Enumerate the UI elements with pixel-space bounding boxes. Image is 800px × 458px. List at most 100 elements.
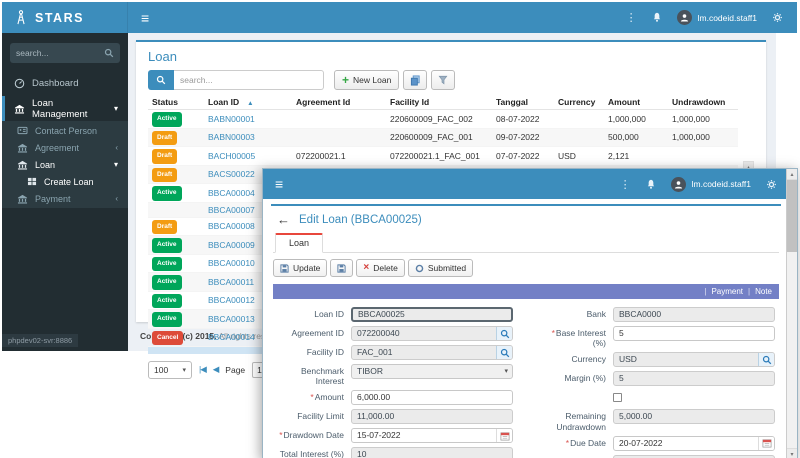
- scroll-up-icon[interactable]: ▴: [787, 169, 797, 180]
- table-row[interactable]: Draft BACH00005 072200021.1 072200021.1_FAC…: [148, 146, 738, 166]
- window-scrollbar[interactable]: ▴ ▾: [786, 169, 797, 458]
- sidebar-item-payment[interactable]: Payment ‹: [2, 190, 128, 207]
- search-icon[interactable]: [104, 48, 114, 58]
- drawdown-date-field[interactable]: 15-07-2022: [351, 428, 513, 444]
- avatar: [676, 10, 692, 25]
- topbar-right: ⋮ lm.codeid.staff1: [626, 10, 797, 25]
- loan-id-link[interactable]: BBCA00004: [208, 188, 255, 198]
- sidebar-item-create-loan[interactable]: Create Loan: [2, 173, 128, 190]
- sidebar-item-loan[interactable]: Loan ▾: [2, 156, 128, 173]
- prev-page-button[interactable]: ◀: [213, 364, 219, 375]
- sidebar-item-label: Loan: [35, 159, 56, 170]
- due-date-label: *Due Date: [565, 437, 606, 448]
- scroll-down-icon[interactable]: ▾: [787, 448, 797, 458]
- submitted-button[interactable]: Submitted: [407, 259, 474, 277]
- menu-toggle-icon[interactable]: ≡: [275, 177, 283, 191]
- loan-id-link[interactable]: BBCA00008: [208, 221, 255, 231]
- currency-lookup-button[interactable]: [758, 353, 774, 367]
- loan-id-link[interactable]: BBCA00010: [208, 258, 255, 268]
- required-asterisk: *: [551, 328, 555, 338]
- status-badge: Active: [152, 312, 182, 327]
- main-topbar: STARS ≡ ⋮ lm.codeid.staff1: [2, 2, 797, 33]
- sort-asc-icon: ▲: [247, 100, 254, 107]
- edit-loan-heading: ← Edit Loan (BBCA00025): [273, 206, 779, 232]
- loan-id-link[interactable]: BABN00003: [208, 132, 255, 142]
- loan-id-link[interactable]: BBCA00007: [208, 205, 255, 215]
- notifications-bell-icon[interactable]: [652, 12, 662, 23]
- page-size-value: 100: [154, 364, 169, 375]
- new-loan-label: New Loan: [353, 75, 392, 85]
- note-link[interactable]: Note: [755, 287, 772, 296]
- search-button[interactable]: [148, 70, 174, 90]
- amount-field[interactable]: 6,000.00: [351, 390, 513, 406]
- loan-id-link[interactable]: BBCA00011: [208, 277, 254, 287]
- loan-id-link[interactable]: BBCA00013: [208, 314, 255, 324]
- sidebar-item-loan-management[interactable]: Loan Management ▾: [2, 96, 128, 121]
- first-page-button[interactable]: |◀: [199, 364, 207, 375]
- facility-limit-field: 11,000.00: [351, 409, 513, 425]
- sidebar-search-input[interactable]: [16, 48, 104, 58]
- tab-loan[interactable]: Loan: [275, 233, 324, 253]
- facility-limit-label: Facility Limit: [297, 411, 344, 422]
- brand-logo[interactable]: STARS: [2, 2, 128, 33]
- table-search-input[interactable]: [174, 70, 324, 90]
- scrollbar-thumb[interactable]: [787, 180, 797, 252]
- column-header-agreement-id[interactable]: Agreement Id: [292, 95, 386, 110]
- loan-id-label: Loan ID: [314, 309, 344, 319]
- loan-id-link[interactable]: BBCA00012: [208, 295, 255, 305]
- column-header-loan-id[interactable]: Loan ID ▲: [204, 95, 292, 110]
- loan-id-link[interactable]: BACS00022: [208, 169, 255, 179]
- settings-gear-icon[interactable]: [766, 179, 777, 190]
- copy-button[interactable]: [403, 70, 428, 90]
- benchmark-interest-field[interactable]: TIBOR: [351, 364, 513, 379]
- drawdown-date-calendar-button[interactable]: [496, 429, 512, 443]
- loan-id-link[interactable]: BACH00005: [208, 151, 255, 161]
- save-as-button[interactable]: [330, 259, 354, 277]
- column-header-tanggal[interactable]: Tanggal: [492, 95, 554, 110]
- column-header-currency[interactable]: Currency: [554, 95, 604, 110]
- save-icon: [280, 263, 289, 273]
- tasks-menu-icon[interactable]: ⋮: [626, 11, 637, 24]
- delete-button[interactable]: × Delete: [356, 259, 405, 277]
- notifications-bell-icon[interactable]: [646, 179, 656, 190]
- column-header-facility-id[interactable]: Facility Id: [386, 95, 492, 110]
- loan-id-link[interactable]: BBCA00014: [208, 332, 255, 342]
- sidebar-item-contact-person[interactable]: Contact Person: [2, 122, 128, 139]
- bank-icon: [17, 194, 28, 204]
- status-badge: Cancel: [152, 330, 184, 345]
- bank-icon: [14, 104, 25, 114]
- edit-loan-form: Loan ID BBCA00025 Agreement ID 072200040 Fac…: [273, 299, 779, 458]
- sidebar-item-agreement[interactable]: Agreement ‹: [2, 139, 128, 156]
- tasks-menu-icon[interactable]: ⋮: [620, 178, 631, 191]
- column-header-amount[interactable]: Amount: [604, 95, 668, 110]
- payment-link[interactable]: Payment: [711, 287, 743, 296]
- status-badge: Active: [152, 256, 182, 271]
- page-title: Loan: [148, 49, 177, 64]
- settings-gear-icon[interactable]: [772, 12, 783, 23]
- page-size-select[interactable]: 100 ▾: [148, 360, 192, 379]
- table-row[interactable]: Draft BABN00003 220600009_FAC_001 09-07-202…: [148, 128, 738, 147]
- username: lm.codeid.staff1: [697, 12, 757, 23]
- user-menu[interactable]: lm.codeid.staff1: [670, 176, 751, 192]
- sidebar-item-dashboard[interactable]: Dashboard: [2, 71, 128, 96]
- loan-id-link[interactable]: BABN00001: [208, 114, 255, 124]
- menu-toggle-icon[interactable]: ≡: [141, 11, 149, 25]
- back-button[interactable]: ←: [277, 213, 290, 226]
- export-button[interactable]: [431, 70, 456, 90]
- base-interest-field[interactable]: 5: [613, 326, 775, 341]
- facility-id-lookup-button[interactable]: [496, 346, 512, 359]
- person-icon: [680, 13, 689, 22]
- loan-id-link[interactable]: BBCA00009: [208, 240, 255, 250]
- column-header-status[interactable]: Status: [148, 95, 204, 110]
- screen: STARS ≡ ⋮ lm.codeid.staff1 Dashboard Loan…: [0, 0, 800, 458]
- table-row[interactable]: Active BABN00001 220600009_FAC_002 08-07-20…: [148, 109, 738, 129]
- agreement-id-lookup-button[interactable]: [496, 327, 512, 340]
- due-date-calendar-button[interactable]: [758, 436, 774, 450]
- due-date-field[interactable]: 20-07-2022: [613, 435, 775, 451]
- user-menu[interactable]: lm.codeid.staff1: [676, 10, 757, 25]
- column-header-undrawdown[interactable]: Undrawdown: [668, 95, 738, 110]
- form-checkbox[interactable]: [613, 393, 622, 403]
- new-loan-button[interactable]: + New Loan: [334, 70, 400, 90]
- amount-label: *Amount: [310, 392, 344, 403]
- update-button[interactable]: Update: [273, 259, 328, 277]
